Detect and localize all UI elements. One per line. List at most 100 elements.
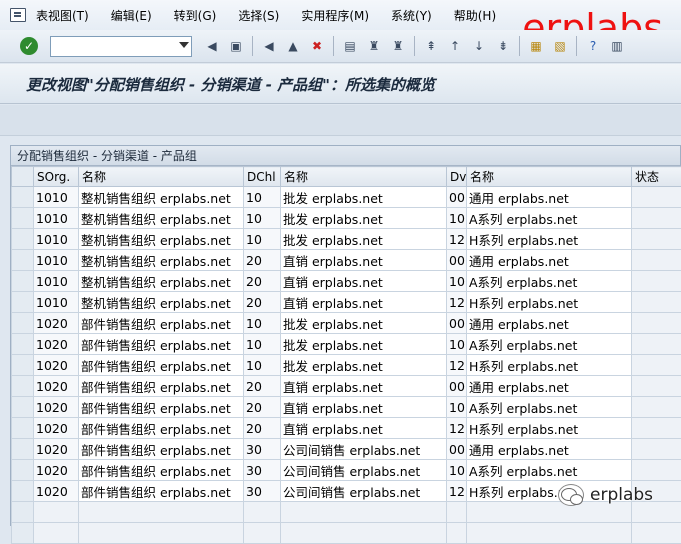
row-selector[interactable]	[12, 460, 34, 481]
cell-sorg[interactable]: 1020	[34, 397, 79, 418]
menu-selection[interactable]: 选择(S)	[238, 7, 279, 24]
cell-sorg[interactable]: 1020	[34, 460, 79, 481]
row-selector[interactable]	[12, 292, 34, 313]
cell-dchl[interactable]: 10	[244, 229, 281, 250]
row-selector[interactable]	[12, 250, 34, 271]
cell-dchl-name[interactable]: 批发 erplabs.net	[281, 187, 447, 208]
shortcut-icon[interactable]: ▧	[551, 37, 569, 55]
cell-sorg[interactable]: 1010	[34, 229, 79, 250]
cell-dv-name[interactable]: A系列 erplabs.net	[467, 271, 632, 292]
cell-sorg[interactable]: 1010	[34, 187, 79, 208]
menu-help[interactable]: 帮助(H)	[454, 7, 496, 24]
table-row[interactable]: 1020部件销售组织 erplabs.net20直销 erplabs.net10…	[12, 397, 681, 418]
cell-dchl-name[interactable]: 公司间销售 erplabs.net	[281, 481, 447, 502]
cell-sorg-name[interactable]: 部件销售组织 erplabs.net	[79, 439, 244, 460]
cell-sorg[interactable]: 1020	[34, 334, 79, 355]
table-row[interactable]: 1010整机销售组织 erplabs.net10批发 erplabs.net10…	[12, 208, 681, 229]
cell-dv-name[interactable]: H系列 erplabs.net	[467, 229, 632, 250]
col-header-sorg-name[interactable]: 名称	[79, 167, 244, 187]
cell-dchl-name[interactable]: 直销 erplabs.net	[281, 271, 447, 292]
first-page-icon[interactable]: ⇞	[422, 37, 440, 55]
cell-dchl[interactable]: 10	[244, 208, 281, 229]
row-selector[interactable]	[12, 229, 34, 250]
cell-dv-name[interactable]: 通用 erplabs.net	[467, 439, 632, 460]
cell-dv[interactable]: 00	[447, 187, 467, 208]
cell-dchl[interactable]: 20	[244, 271, 281, 292]
find-next-icon[interactable]: ♜	[389, 37, 407, 55]
table-row[interactable]: 1010整机销售组织 erplabs.net20直销 erplabs.net10…	[12, 271, 681, 292]
cell-dv[interactable]: 12	[447, 355, 467, 376]
cell-sorg[interactable]: 1020	[34, 439, 79, 460]
cell-dchl[interactable]: 30	[244, 439, 281, 460]
cell-dchl[interactable]: 20	[244, 292, 281, 313]
cell-sorg-name[interactable]: 整机销售组织 erplabs.net	[79, 187, 244, 208]
row-selector[interactable]	[12, 334, 34, 355]
cell-dv[interactable]: 10	[447, 397, 467, 418]
select-all-button[interactable]	[12, 167, 34, 187]
cell-dv[interactable]: 00	[447, 376, 467, 397]
cell-dv[interactable]: 12	[447, 418, 467, 439]
cell-sorg[interactable]: 1020	[34, 355, 79, 376]
cell-dv-name[interactable]: H系列 erplabs.net	[467, 292, 632, 313]
table-row[interactable]: 1020部件销售组织 erplabs.net10批发 erplabs.net10…	[12, 334, 681, 355]
cell-dv-name[interactable]: H系列 erplabs.net	[467, 355, 632, 376]
cell-dv-name[interactable]: A系列 erplabs.net	[467, 460, 632, 481]
cell-dv[interactable]: 12	[447, 229, 467, 250]
cell-dchl-name[interactable]: 直销 erplabs.net	[281, 418, 447, 439]
enter-check-icon[interactable]: ✓	[20, 37, 38, 55]
cell-sorg-name[interactable]: 部件销售组织 erplabs.net	[79, 418, 244, 439]
cell-sorg-name[interactable]: 部件销售组织 erplabs.net	[79, 460, 244, 481]
cell-dchl[interactable]: 20	[244, 397, 281, 418]
cell-dchl[interactable]: 30	[244, 481, 281, 502]
cell-dv-name[interactable]: A系列 erplabs.net	[467, 334, 632, 355]
cell-sorg-name[interactable]: 整机销售组织 erplabs.net	[79, 250, 244, 271]
cell-dv[interactable]: 12	[447, 481, 467, 502]
cell-dv-name[interactable]: H系列 erplabs.net	[467, 418, 632, 439]
table-row[interactable]: 1010整机销售组织 erplabs.net10批发 erplabs.net12…	[12, 229, 681, 250]
cell-dv[interactable]: 10	[447, 208, 467, 229]
next-page-icon[interactable]: ↓	[470, 37, 488, 55]
row-selector[interactable]	[12, 313, 34, 334]
row-selector[interactable]	[12, 502, 34, 523]
row-selector[interactable]	[12, 481, 34, 502]
cell-sorg-name[interactable]: 部件销售组织 erplabs.net	[79, 334, 244, 355]
menu-utilities[interactable]: 实用程序(M)	[301, 7, 369, 24]
previous-page-icon[interactable]: ↑	[446, 37, 464, 55]
col-header-status[interactable]: 状态	[632, 167, 681, 187]
cell-dv-name[interactable]: 通用 erplabs.net	[467, 313, 632, 334]
collapse-arrow-icon[interactable]: ◀	[203, 37, 221, 55]
row-selector[interactable]	[12, 271, 34, 292]
cell-sorg[interactable]: 1010	[34, 292, 79, 313]
layout-icon[interactable]: ▥	[608, 37, 626, 55]
cell-dv-name[interactable]: 通用 erplabs.net	[467, 187, 632, 208]
exit-icon[interactable]: ▲	[284, 37, 302, 55]
col-header-dchl[interactable]: DChl	[244, 167, 281, 187]
row-selector[interactable]	[12, 208, 34, 229]
cell-dchl[interactable]: 10	[244, 313, 281, 334]
cell-dv[interactable]: 00	[447, 313, 467, 334]
cancel-icon[interactable]: ✖	[308, 37, 326, 55]
system-menu-icon[interactable]	[10, 8, 26, 22]
table-row[interactable]: 1020部件销售组织 erplabs.net20直销 erplabs.net00…	[12, 376, 681, 397]
col-header-sorg[interactable]: SOrg.	[34, 167, 79, 187]
table-row[interactable]: 1020部件销售组织 erplabs.net10批发 erplabs.net12…	[12, 355, 681, 376]
cell-sorg-name[interactable]: 部件销售组织 erplabs.net	[79, 355, 244, 376]
cell-sorg-name[interactable]: 整机销售组织 erplabs.net	[79, 271, 244, 292]
table-row[interactable]: 1020部件销售组织 erplabs.net20直销 erplabs.net12…	[12, 418, 681, 439]
cell-dchl-name[interactable]: 直销 erplabs.net	[281, 376, 447, 397]
cell-sorg[interactable]: 1020	[34, 313, 79, 334]
cell-dchl-name[interactable]: 公司间销售 erplabs.net	[281, 439, 447, 460]
cell-dchl-name[interactable]: 直销 erplabs.net	[281, 397, 447, 418]
cell-dchl[interactable]: 20	[244, 418, 281, 439]
save-icon[interactable]: ▣	[227, 37, 245, 55]
cell-dchl-name[interactable]: 公司间销售 erplabs.net	[281, 460, 447, 481]
menu-goto[interactable]: 转到(G)	[174, 7, 217, 24]
row-selector[interactable]	[12, 439, 34, 460]
cell-dchl-name[interactable]: 批发 erplabs.net	[281, 355, 447, 376]
cell-sorg-name[interactable]: 整机销售组织 erplabs.net	[79, 208, 244, 229]
create-session-icon[interactable]: ▦	[527, 37, 545, 55]
row-selector[interactable]	[12, 376, 34, 397]
cell-dchl-name[interactable]: 批发 erplabs.net	[281, 229, 447, 250]
table-row[interactable]: 1010整机销售组织 erplabs.net10批发 erplabs.net00…	[12, 187, 681, 208]
cell-dv[interactable]: 10	[447, 334, 467, 355]
